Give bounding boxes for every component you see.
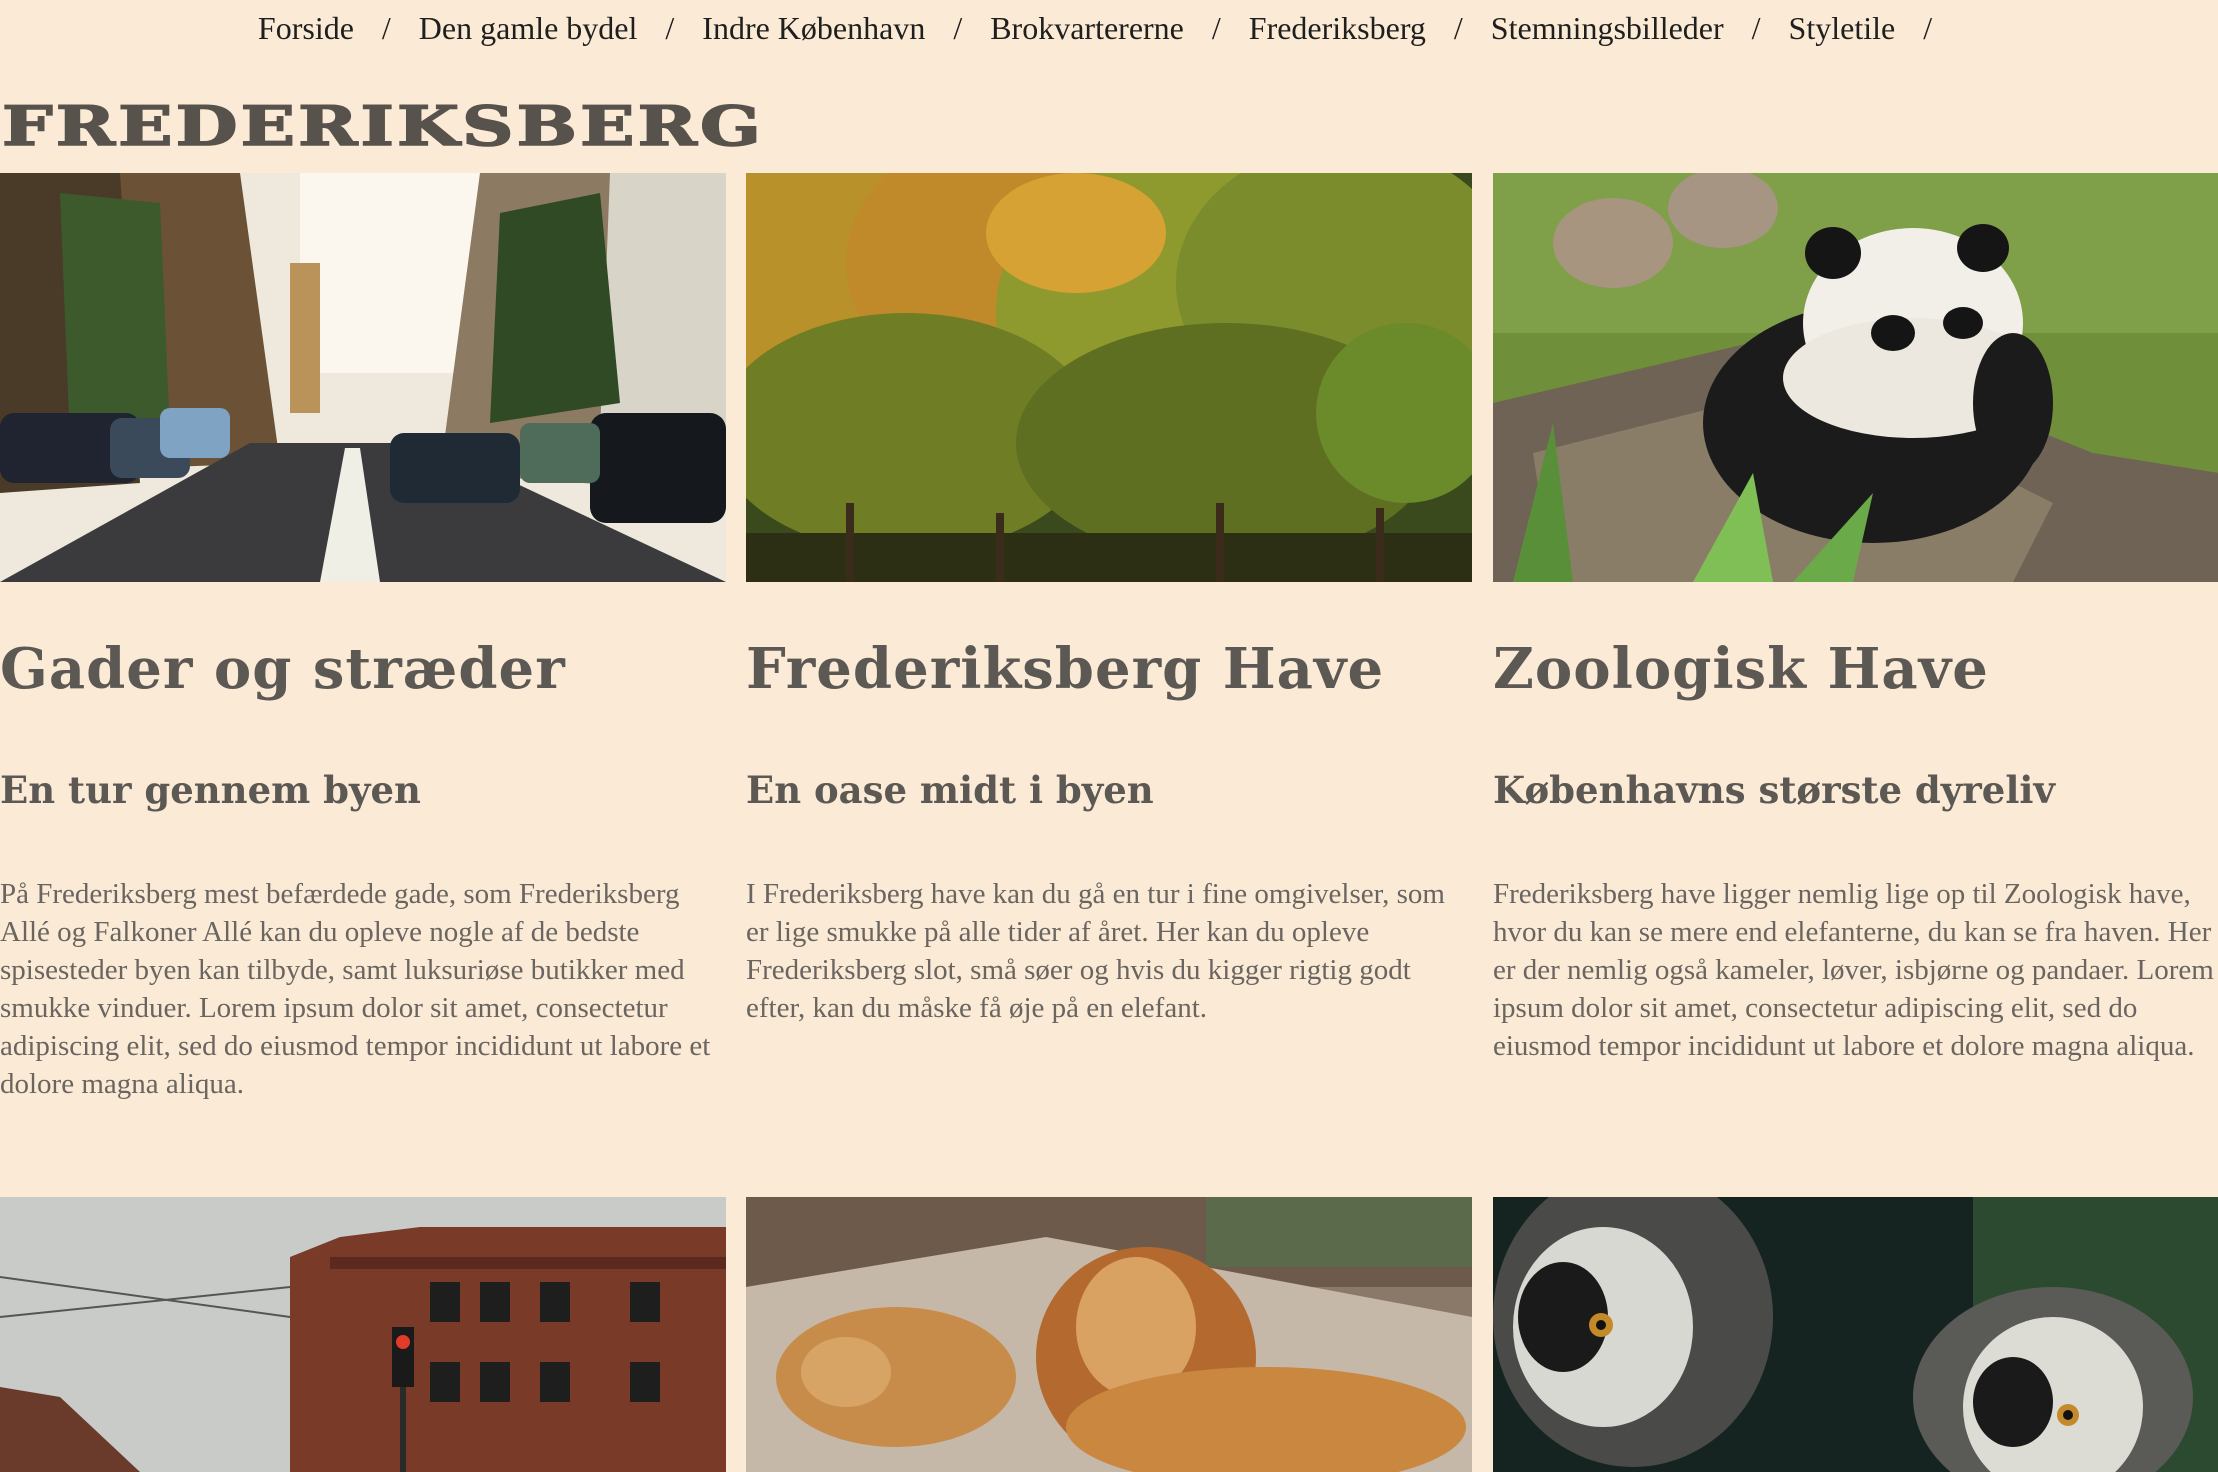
card-title: Frederiksberg Have xyxy=(746,636,1385,702)
lemurs-photo-card xyxy=(1493,1197,2218,1472)
card-subtitle: Københavns største dyreliv xyxy=(1493,768,2055,812)
lions-photo-card xyxy=(746,1197,1472,1472)
nav-separator: / xyxy=(1923,9,1933,46)
nav-separator: / xyxy=(1211,9,1221,46)
street-photo xyxy=(0,173,726,582)
card-title: Gader og stræder xyxy=(0,636,566,702)
lions-photo xyxy=(746,1197,1472,1472)
card-title: Zoologisk Have xyxy=(1493,636,1989,702)
card-subtitle: En oase midt i byen xyxy=(746,768,1154,812)
nav-separator: / xyxy=(953,9,963,46)
nav-link-forside[interactable]: Forside xyxy=(258,10,354,47)
nav-separator: / xyxy=(665,9,675,46)
nav-separator: / xyxy=(381,9,391,46)
card-body: I Frederiksberg have kan du gå en tur i … xyxy=(746,878,1445,1024)
top-navigation: Forside / Den gamle bydel / Indre Københav… xyxy=(0,0,2218,56)
nav-link-den-gamle-bydel[interactable]: Den gamle bydel xyxy=(419,10,638,47)
nav-separator: / xyxy=(1453,9,1463,46)
nav-link-indre-koebenhavn[interactable]: Indre København xyxy=(702,10,925,47)
nav-link-frederiksberg[interactable]: Frederiksberg xyxy=(1249,10,1426,47)
nav-separator: / xyxy=(1751,9,1761,46)
card-gader-og-straeder: Gader og stræder En tur gennem byen På F… xyxy=(0,173,726,1100)
building-photo-card xyxy=(0,1197,726,1472)
card-zoologisk-have: Zoologisk Have Københavns største dyreli… xyxy=(1493,173,2218,1062)
panda-photo xyxy=(1493,173,2218,582)
nav-link-brokvartererne[interactable]: Brokvartererne xyxy=(990,10,1184,47)
trees-photo xyxy=(746,173,1472,582)
lemurs-photo xyxy=(1493,1197,2218,1472)
card-body: På Frederiksberg mest befærdede gade, so… xyxy=(0,878,711,1100)
card-subtitle: En tur gennem byen xyxy=(0,768,421,812)
page-title: FREDERIKSBERG xyxy=(1,93,765,159)
card-frederiksberg-have: Frederiksberg Have En oase midt i byen I… xyxy=(746,173,1472,1024)
nav-link-stemningsbilleder[interactable]: Stemningsbilleder xyxy=(1491,10,1724,47)
nav-link-styletile[interactable]: Styletile xyxy=(1789,10,1896,47)
building-photo xyxy=(0,1197,726,1472)
card-body: Frederiksberg have ligger nemlig lige op… xyxy=(1493,878,2214,1062)
